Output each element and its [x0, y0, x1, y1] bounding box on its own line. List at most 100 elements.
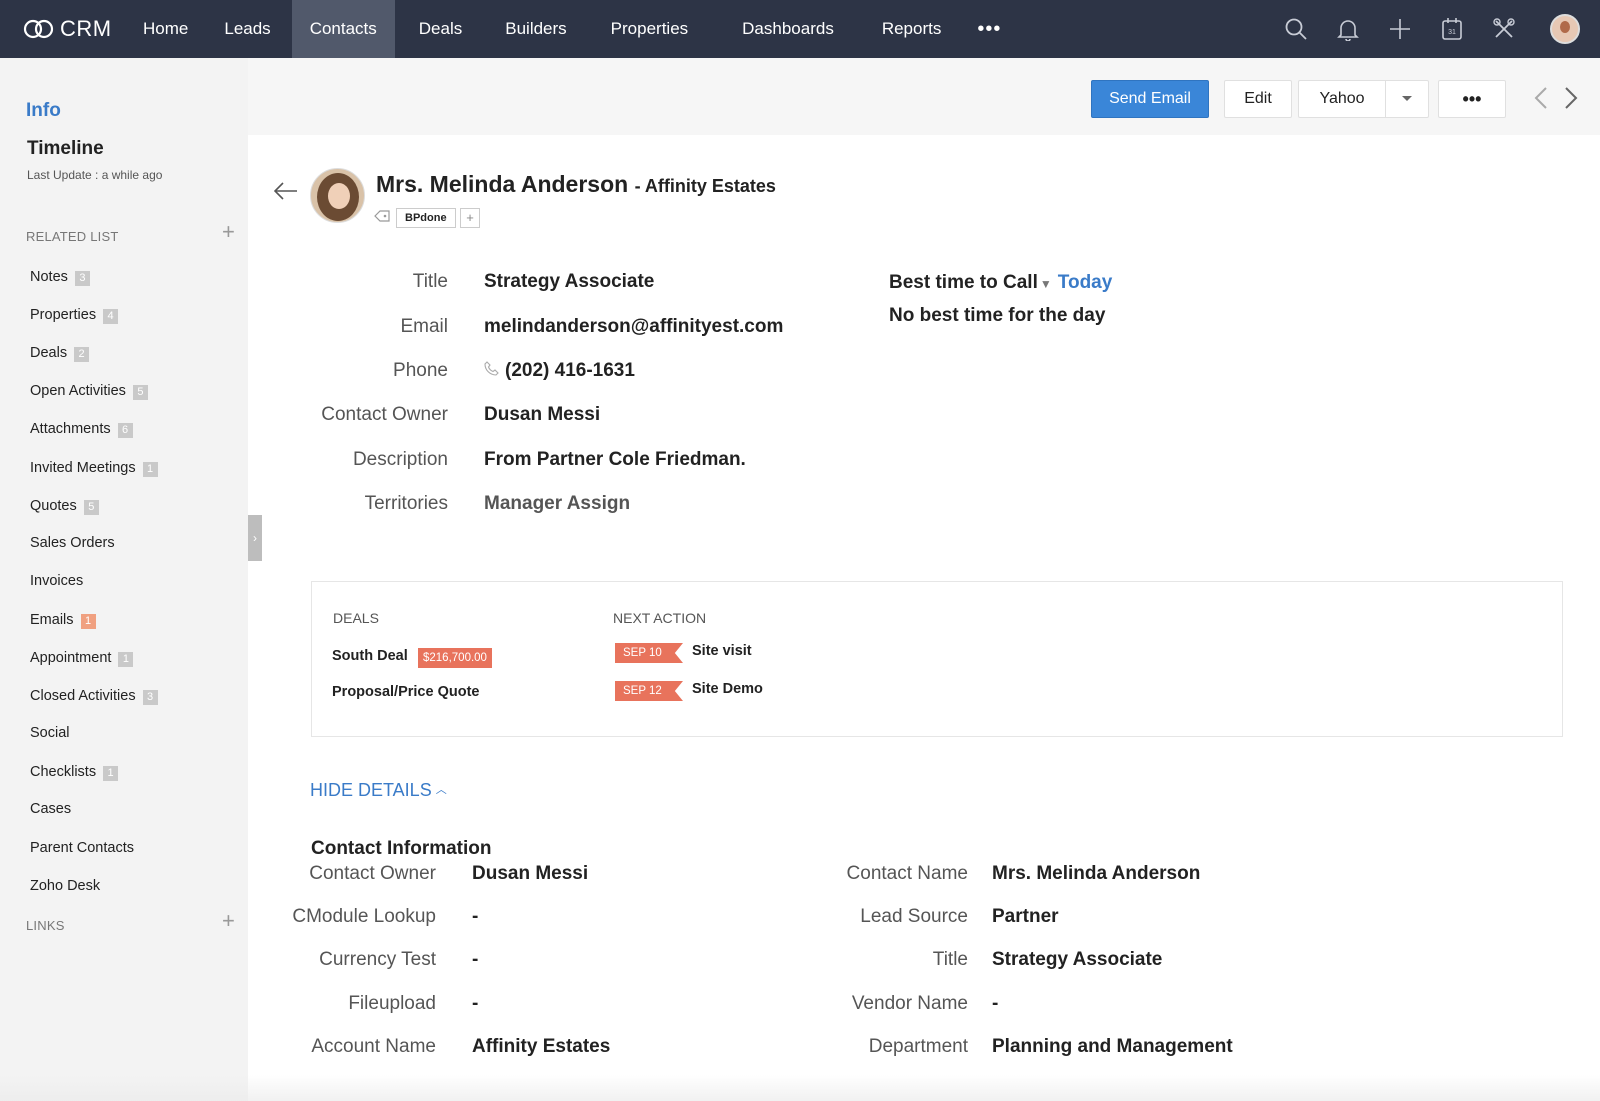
nav-reports[interactable]: Reports [858, 0, 960, 58]
sidebar-related-item[interactable]: Open Activities 5 [30, 382, 148, 400]
deal-link[interactable]: Proposal/Price Quote [332, 684, 479, 700]
contact-full-name: Mrs. Melinda Anderson [376, 171, 629, 197]
more-actions-button[interactable]: ••• [1438, 80, 1506, 118]
next-action-item[interactable]: Site Demo [692, 681, 763, 697]
department-label: Department [868, 1036, 968, 1057]
best-time-label: Best time to Call [889, 272, 1038, 293]
sidebar-item-label: Appointment [30, 650, 112, 666]
crm-logo[interactable]: CRM [0, 16, 135, 42]
sidebar-item-label: Deals [30, 345, 68, 361]
links-header: LINKS [26, 918, 65, 933]
sidebar-related-item[interactable]: Emails 1 [30, 611, 96, 629]
send-email-button[interactable]: Send Email [1091, 80, 1209, 118]
calendar-icon[interactable]: 31 [1426, 0, 1478, 58]
info-contact-owner-value: Dusan Messi [472, 863, 589, 884]
count-badge: 5 [83, 500, 99, 515]
territories-value: Manager Assign [484, 493, 631, 514]
add-related-list-icon[interactable]: + [222, 219, 235, 245]
next-record-icon[interactable] [1564, 86, 1578, 117]
count-badge: 3 [142, 690, 158, 705]
search-icon[interactable] [1270, 0, 1322, 58]
sidebar-item-label: Attachments [30, 421, 111, 437]
sidebar-related-item[interactable]: Cases [30, 801, 71, 817]
user-avatar[interactable] [1530, 0, 1600, 58]
count-badge: 3 [74, 271, 90, 286]
phone-field[interactable]: (202) 416-1631 [484, 360, 635, 382]
nav-leads[interactable]: Leads [206, 0, 291, 58]
previous-record-icon[interactable] [1534, 86, 1548, 117]
sidebar-related-item[interactable]: Sales Orders [30, 535, 115, 551]
tools-icon[interactable] [1478, 0, 1530, 58]
sidebar-related-item[interactable]: Parent Contacts [30, 840, 134, 856]
sidebar-related-item[interactable]: Invited Meetings 1 [30, 459, 158, 477]
territories-label: Territories [364, 493, 448, 514]
deal-amount-badge: $216,700.00 [418, 648, 492, 668]
description-label: Description [352, 449, 448, 470]
sidebar-related-item[interactable]: Quotes 5 [30, 497, 99, 515]
add-tag-button[interactable]: + [460, 208, 480, 228]
bell-icon[interactable] [1322, 0, 1374, 58]
best-time-chevron-down-icon[interactable]: ▼ [1040, 277, 1052, 291]
sidebar-related-item[interactable]: Deals 2 [30, 344, 90, 362]
sidebar-timeline-link[interactable]: Timeline [27, 138, 104, 160]
nav-builders[interactable]: Builders [483, 0, 588, 58]
sidebar-related-item[interactable]: Notes 3 [30, 268, 90, 286]
sidebar-item-label: Closed Activities [30, 688, 136, 704]
nav-more-button[interactable]: ••• [959, 0, 1015, 58]
phone-label: Phone [393, 360, 448, 381]
sidebar-item-label: Properties [30, 307, 97, 323]
hide-details-toggle[interactable]: HIDE DETAILS ︿ [310, 780, 447, 801]
contact-owner-value: Dusan Messi [484, 404, 601, 425]
account-name-value[interactable]: Affinity Estates [472, 1036, 610, 1058]
count-badge: 1 [103, 766, 119, 781]
nav-deals[interactable]: Deals [395, 0, 483, 58]
sidebar-related-item[interactable]: Checklists 1 [30, 763, 119, 781]
sidebar-item-label: Notes [30, 269, 68, 285]
count-badge: 4 [103, 309, 119, 324]
sidebar-item-label: Quotes [30, 498, 77, 514]
top-navigation-bar: CRM Home Leads Contacts Deals Builders P… [0, 0, 1600, 58]
add-link-icon[interactable]: + [222, 908, 235, 934]
phone-icon [484, 361, 499, 380]
info-contact-owner-label: Contact Owner [309, 863, 436, 884]
sidebar-related-item[interactable]: Invoices [30, 573, 83, 589]
sidebar-related-item[interactable]: Closed Activities 3 [30, 687, 158, 705]
deal-link[interactable]: South Deal [332, 648, 408, 664]
currency-test-value: - [472, 949, 479, 970]
sidebar-related-item[interactable]: Appointment 1 [30, 649, 134, 667]
contact-photo[interactable] [310, 168, 365, 223]
department-value: Planning and Management [992, 1036, 1233, 1057]
title-value: Strategy Associate [484, 271, 655, 292]
sidebar-related-item[interactable]: Social [30, 725, 70, 741]
sidebar-related-item[interactable]: Attachments 6 [30, 420, 133, 438]
best-time-option[interactable]: Today [1058, 272, 1113, 293]
logo-text: CRM [60, 16, 112, 41]
account-name-label: Account Name [311, 1036, 436, 1057]
next-action-item[interactable]: Site visit [692, 643, 752, 659]
deals-summary-box: DEALS NEXT ACTION South Deal $216,700.00… [311, 581, 1563, 737]
best-time-value: No best time for the day [889, 305, 1106, 326]
back-arrow-icon[interactable] [273, 179, 298, 207]
nav-contacts[interactable]: Contacts [291, 0, 395, 58]
nav-dashboards[interactable]: Dashboards [716, 0, 858, 58]
count-badge: 6 [117, 423, 133, 438]
sidebar-related-item[interactable]: Properties 4 [30, 306, 119, 324]
edit-button[interactable]: Edit [1224, 80, 1292, 118]
vendor-name-value: - [992, 993, 999, 1014]
sidebar-related-item[interactable]: Zoho Desk [30, 878, 100, 894]
tag-badge[interactable]: BPdone [396, 208, 456, 228]
sidebar-info-link[interactable]: Info [26, 100, 61, 122]
sidebar-item-label: Invoices [30, 573, 84, 589]
provider-dropdown[interactable]: Yahoo [1298, 80, 1429, 118]
record-action-bar: Send Email Edit Yahoo ••• [248, 58, 1600, 135]
plus-icon[interactable] [1374, 0, 1426, 58]
provider-label: Yahoo [1319, 90, 1365, 107]
nav-home[interactable]: Home [135, 0, 206, 58]
contact-account-suffix[interactable]: - Affinity Estates [635, 176, 776, 196]
email-label: Email [400, 316, 448, 337]
nav-properties[interactable]: Properties [589, 0, 716, 58]
sidebar-item-label: Social [30, 725, 70, 741]
email-value[interactable]: melindanderson@affinityest.com [484, 316, 783, 338]
count-badge: 2 [74, 347, 90, 362]
chevron-down-icon[interactable] [1385, 81, 1428, 117]
